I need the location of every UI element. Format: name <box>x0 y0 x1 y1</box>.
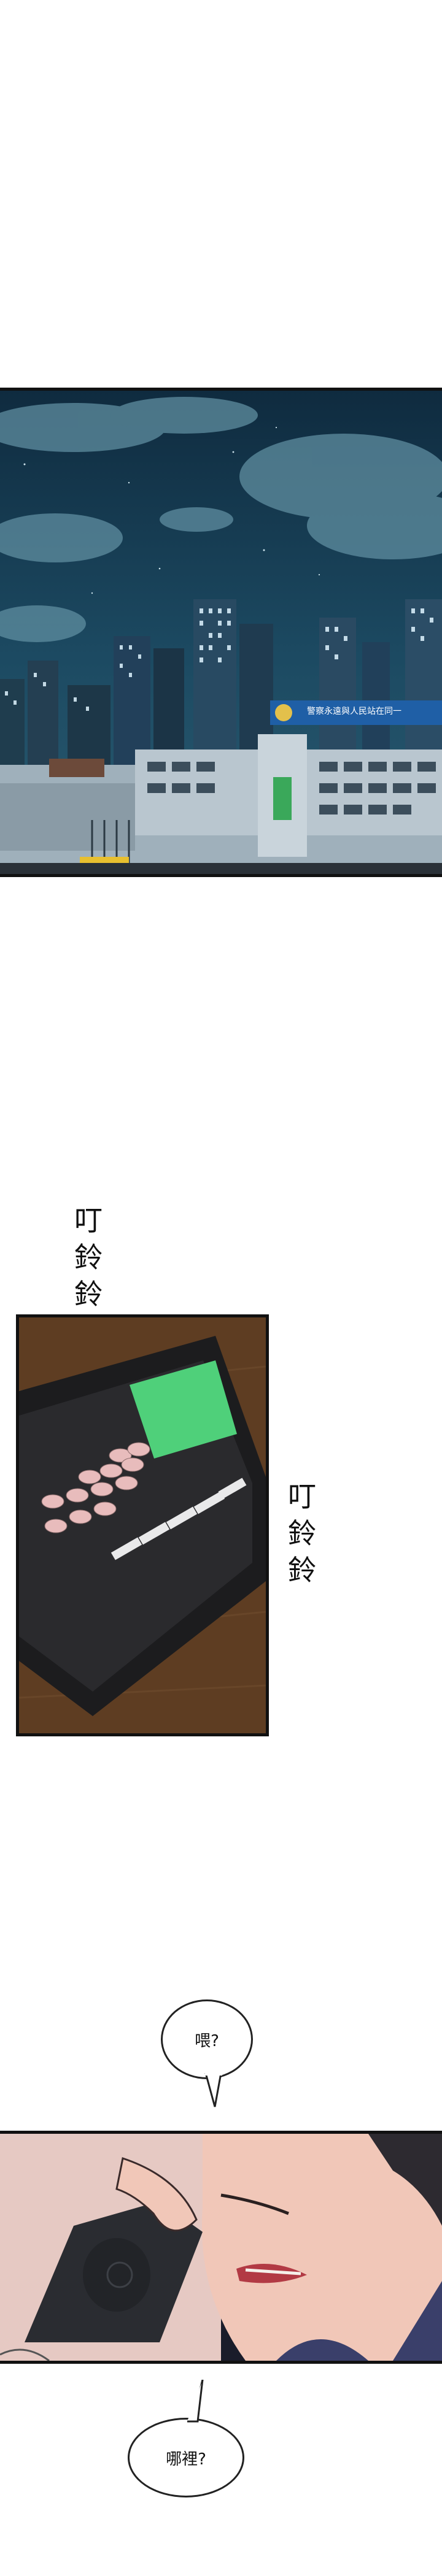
speech-bubble-tail <box>187 2380 204 2423</box>
night-city-illustration <box>0 391 442 874</box>
sfx-char: 鈴 <box>74 1241 103 1274</box>
speech-bubble-tail <box>204 2073 222 2107</box>
sfx-char: 鈴 <box>288 1517 316 1550</box>
panel-night-police-station: 警察永遠與人民站在同一 <box>0 388 442 877</box>
speech-text: 喂? <box>195 2031 219 2050</box>
panel-man-on-phone <box>0 2131 442 2364</box>
desk-phone-illustration <box>19 1317 266 1733</box>
speech-bubble-hello: 喂? <box>161 1999 253 2079</box>
man-on-phone-illustration <box>0 2134 442 2361</box>
speech-text: 哪裡? <box>166 2450 206 2469</box>
sfx-char: 叮 <box>288 1480 316 1513</box>
panel-desk-phone <box>16 1314 269 1736</box>
sfx-char: 叮 <box>74 1204 103 1237</box>
sfx-char: 鈴 <box>288 1554 316 1587</box>
speech-bubble-where: 哪裡? <box>128 2418 244 2497</box>
police-emblem-icon <box>275 704 292 721</box>
sfx-char: 鈴 <box>74 1278 103 1311</box>
police-banner-text: 警察永遠與人民站在同一 <box>307 707 401 716</box>
sfx-ringing-left: 叮 鈴 鈴 <box>69 1202 108 1313</box>
sfx-ringing-right: 叮 鈴 鈴 <box>282 1478 322 1589</box>
